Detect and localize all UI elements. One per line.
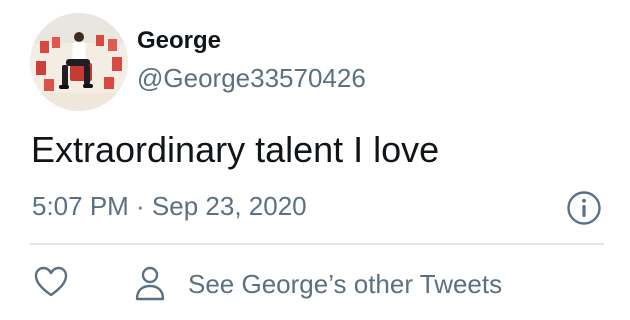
tweet-timestamp[interactable]: 5:07 PM · Sep 23, 2020 <box>32 190 307 222</box>
avatar[interactable] <box>30 13 128 111</box>
profile-photo-icon <box>30 13 128 111</box>
author-handle[interactable]: @George33570426 <box>137 62 366 94</box>
see-other-tweets-label: See George’s other Tweets <box>188 269 503 299</box>
tweet-text: Extraordinary talent I love <box>31 129 440 170</box>
tweet-card: George @George33570426 Extraordinary tal… <box>0 0 630 320</box>
divider <box>30 243 604 245</box>
author-display-name[interactable]: George <box>137 27 221 55</box>
see-other-tweets-link[interactable]: See George’s other Tweets <box>134 264 502 304</box>
person-icon <box>135 266 165 301</box>
heart-icon[interactable] <box>34 266 68 298</box>
info-icon[interactable] <box>566 190 602 226</box>
